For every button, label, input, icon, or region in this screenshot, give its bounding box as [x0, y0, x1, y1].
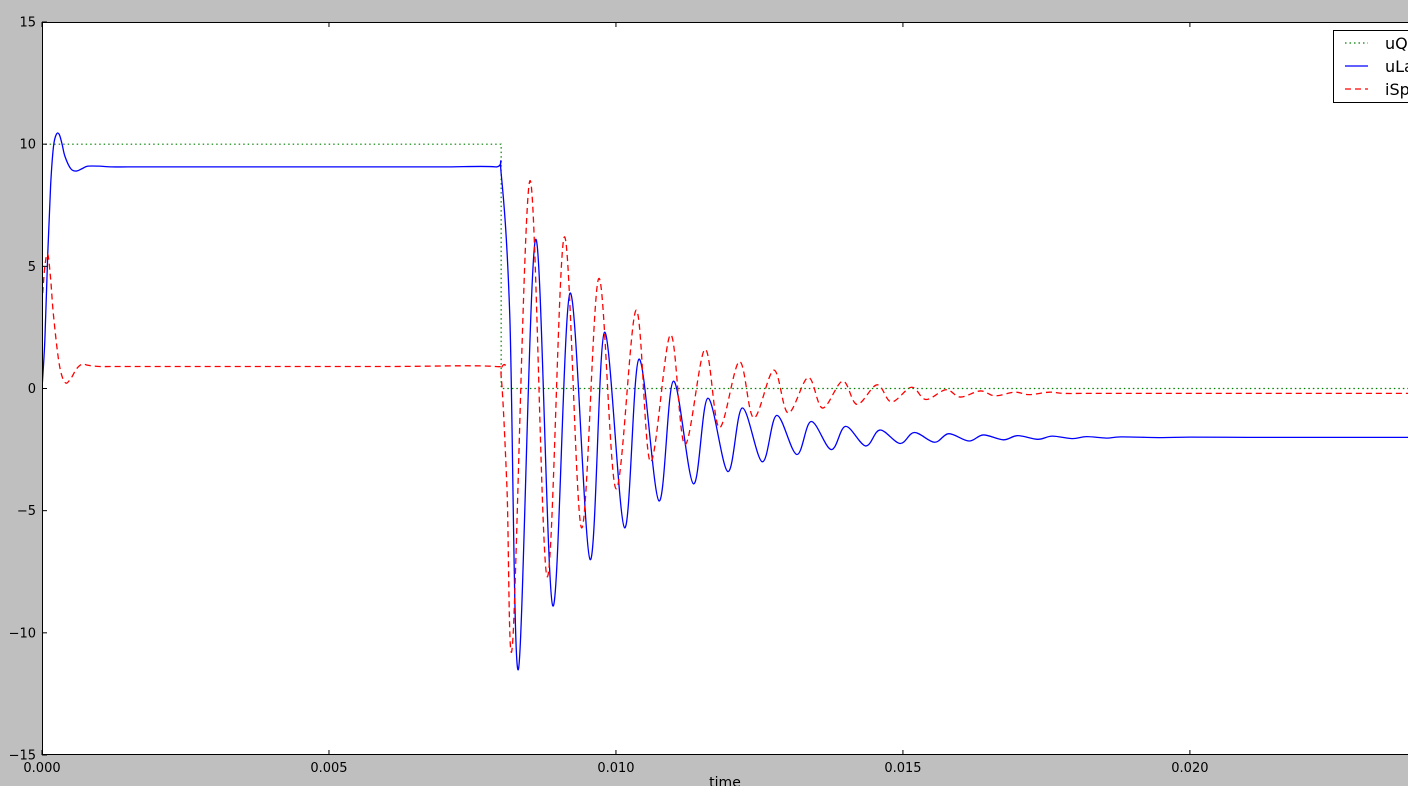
legend: uQ uLa iSp: [1333, 30, 1408, 103]
y-tick-label: 5: [28, 260, 36, 275]
y-tick-label: 15: [19, 16, 36, 31]
x-axis-label: time: [709, 775, 741, 786]
line-chart: 0.000 0.005 0.010 0.015 0.020−15−10−5051015 …: [9, 16, 1408, 786]
y-tick-label: 0: [28, 382, 36, 397]
x-tick-label: 0.020: [1171, 761, 1208, 776]
y-tick-label: 10: [19, 138, 36, 153]
x-tick-label: 0.005: [310, 761, 347, 776]
legend-label-iSp: iSp: [1385, 80, 1408, 99]
y-tick-label: −15: [9, 749, 36, 764]
legend-label-uLa: uLa: [1385, 57, 1408, 76]
x-tick-label: 0.010: [597, 761, 634, 776]
plot-area: [42, 22, 1408, 755]
y-tick-label: −5: [17, 504, 36, 519]
x-tick-label: 0.015: [884, 761, 921, 776]
legend-label-uQ: uQ: [1385, 34, 1408, 53]
y-tick-label: −10: [9, 626, 36, 641]
